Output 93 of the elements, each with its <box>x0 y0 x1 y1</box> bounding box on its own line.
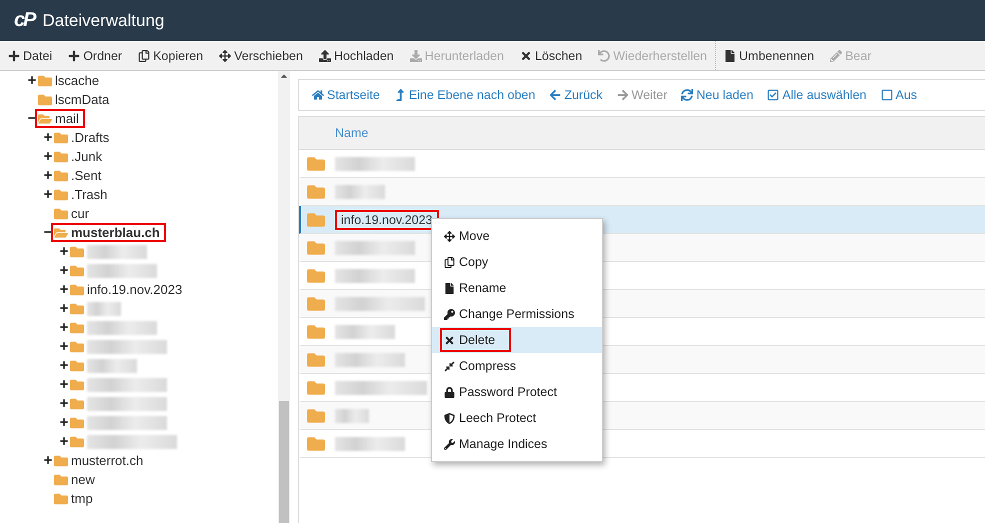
expander-toggle[interactable]: + <box>58 396 70 411</box>
expander-toggle[interactable]: + <box>58 339 70 354</box>
nav-button[interactable]: Eine Ebene nach oben <box>386 88 542 102</box>
nav-button[interactable]: Aus <box>874 88 924 102</box>
arrow-left-icon <box>549 89 562 101</box>
checkbox-icon <box>880 89 892 101</box>
tree-item[interactable]: .Trash <box>51 185 114 204</box>
expander-toggle[interactable]: + <box>42 149 54 164</box>
menu-item[interactable]: Change Permissions <box>432 301 602 327</box>
tree-item[interactable]: lscmData <box>35 90 116 109</box>
logo: cP <box>14 9 34 32</box>
plus-icon <box>68 50 80 62</box>
menu-item[interactable]: Leech Protect <box>432 405 602 431</box>
close-icon <box>520 50 532 62</box>
file-icon <box>724 50 736 62</box>
toolbar-button[interactable]: Kopieren <box>130 41 212 70</box>
folder-icon <box>307 322 325 340</box>
folder-icon <box>307 350 325 368</box>
tree-item[interactable]: .Drafts <box>51 128 116 147</box>
menu-item[interactable]: Compress <box>432 353 602 379</box>
tree-item[interactable]: .Junk <box>51 147 108 166</box>
expander-toggle[interactable]: + <box>26 73 38 88</box>
expander-toggle[interactable]: + <box>58 301 70 316</box>
menu-item[interactable]: Rename <box>432 275 602 301</box>
tree-item[interactable]: cur <box>51 204 96 223</box>
nav-button[interactable]: Neu laden <box>674 88 760 102</box>
toolbar-button[interactable]: Hochladen <box>310 41 402 70</box>
expander-toggle[interactable]: + <box>42 130 54 145</box>
menu-item[interactable]: Copy <box>432 249 602 275</box>
expander-toggle[interactable]: + <box>58 377 70 392</box>
menu-item[interactable]: Delete <box>432 327 602 353</box>
level-up-icon <box>394 89 406 101</box>
expander-toggle[interactable]: + <box>58 358 70 373</box>
move-icon <box>444 230 455 242</box>
expander-toggle[interactable]: + <box>58 434 70 449</box>
expander-toggle[interactable]: + <box>58 282 70 297</box>
plus-icon <box>8 50 20 62</box>
folder-icon <box>307 154 325 172</box>
expander-toggle[interactable]: + <box>42 453 54 468</box>
toolbar-button[interactable]: Umbenennen <box>715 41 822 70</box>
app-title: Dateiverwaltung <box>42 10 164 30</box>
file-name: info.19.nov.2023 <box>335 210 439 230</box>
undo-icon <box>598 50 610 62</box>
expander-toggle[interactable]: + <box>58 244 70 259</box>
pencil-icon <box>830 50 842 62</box>
scrollbar[interactable] <box>278 71 290 523</box>
tree-item[interactable]: tmp <box>51 489 99 508</box>
expander-toggle[interactable]: + <box>42 187 54 202</box>
nav-button[interactable]: Alle auswählen <box>760 88 874 102</box>
folder-icon <box>307 210 325 228</box>
close-icon <box>444 334 455 346</box>
folder-icon <box>307 294 325 312</box>
tree-item[interactable]: .Sent <box>51 166 108 185</box>
expander-toggle[interactable]: + <box>58 415 70 430</box>
expander-toggle[interactable]: + <box>58 320 70 335</box>
expander-toggle[interactable]: + <box>42 168 54 183</box>
refresh-icon <box>681 89 694 101</box>
folder-icon <box>307 238 325 256</box>
upload-icon <box>318 50 331 62</box>
nav-button[interactable]: Zurück <box>542 88 610 102</box>
tree-item[interactable]: new <box>51 470 101 489</box>
scrollbar-thumb[interactable] <box>279 401 289 523</box>
compress-icon <box>444 360 455 372</box>
file-icon <box>444 282 455 294</box>
folder-icon <box>307 378 325 396</box>
toolbar-button[interactable]: Datei <box>0 41 60 70</box>
move-icon <box>219 50 232 62</box>
expander-toggle[interactable]: + <box>58 263 70 278</box>
toolbar-button[interactable]: Verschieben <box>211 41 311 70</box>
folder-icon <box>307 406 325 424</box>
menu-item[interactable]: Password Protect <box>432 379 602 405</box>
shield-icon <box>444 412 455 424</box>
tree-item[interactable]: mail <box>35 109 85 128</box>
home-icon <box>312 89 324 101</box>
tree-item[interactable]: lscache <box>35 71 106 90</box>
tree-item[interactable]: musterblau.ch <box>51 223 166 242</box>
folder-icon <box>307 182 325 200</box>
key-icon <box>444 308 455 320</box>
checkbox-icon <box>767 89 780 101</box>
tree-item[interactable]: musterrot.ch <box>51 451 150 470</box>
copy-icon <box>138 50 150 62</box>
folder-icon <box>307 434 325 452</box>
folder-icon <box>307 266 325 284</box>
tree-item[interactable]: info.19.nov.2023 <box>67 280 188 299</box>
wrench-icon <box>444 438 455 450</box>
download-icon <box>410 50 422 62</box>
lock-icon <box>444 386 455 398</box>
arrow-right-icon <box>616 89 629 101</box>
copy-icon <box>444 256 455 268</box>
toolbar-button[interactable]: Ordner <box>60 41 130 70</box>
nav-button[interactable]: Startseite <box>305 88 387 102</box>
menu-item[interactable]: Manage Indices <box>432 431 602 457</box>
toolbar-button[interactable]: Löschen <box>512 41 590 70</box>
